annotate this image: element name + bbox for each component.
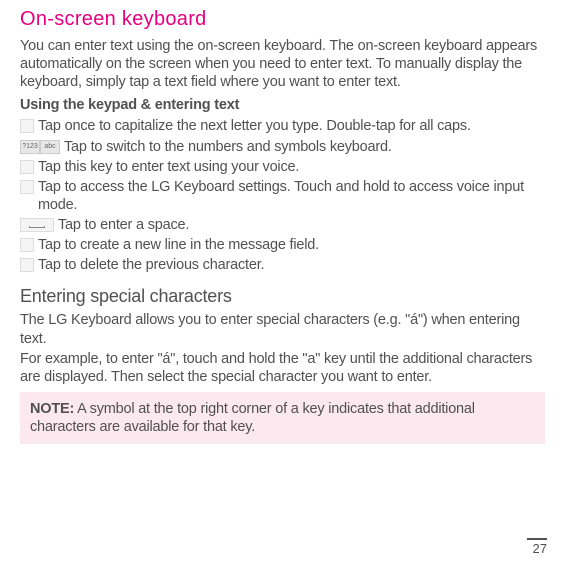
keypad-subheading: Using the keypad & entering text: [20, 97, 545, 113]
intro-paragraph: You can enter text using the on-screen k…: [20, 37, 545, 91]
note-callout: NOTE: A symbol at the top right corner o…: [20, 392, 545, 444]
settings-key-icon: [20, 180, 34, 194]
key-row-newline: Tap to create a new line in the message …: [20, 236, 545, 254]
key-row-voice: Tap this key to enter text using your vo…: [20, 158, 545, 176]
key-row-numsym: ?123 abc Tap to switch to the numbers an…: [20, 138, 545, 156]
shift-key-icon: [20, 119, 34, 133]
page-number: 27: [527, 538, 547, 556]
key-row-caps: Tap once to capitalize the next letter y…: [20, 117, 545, 135]
newline-description: Tap to create a new line in the message …: [38, 236, 319, 254]
special-chars-p1: The LG Keyboard allows you to enter spec…: [20, 311, 545, 347]
note-label: NOTE:: [30, 401, 74, 417]
numbers-key-icon: ?123: [20, 140, 40, 154]
enter-key-icon: [20, 238, 34, 252]
note-text: A symbol at the top right corner of a ke…: [30, 401, 475, 435]
page-title: On-screen keyboard: [20, 8, 545, 31]
voice-key-icon: [20, 160, 34, 174]
special-chars-p2: For example, to enter "á", touch and hol…: [20, 350, 545, 386]
delete-key-icon: [20, 258, 34, 272]
numsym-description: Tap to switch to the numbers and symbols…: [64, 138, 392, 156]
delete-description: Tap to delete the previous character.: [38, 256, 264, 274]
special-chars-heading: Entering special characters: [20, 286, 545, 307]
caps-description: Tap once to capitalize the next letter y…: [38, 117, 471, 135]
abc-key-icon: abc: [40, 140, 60, 154]
space-description: Tap to enter a space.: [58, 216, 189, 234]
voice-description: Tap this key to enter text using your vo…: [38, 158, 299, 176]
numsym-key-icons: ?123 abc: [20, 140, 60, 154]
key-row-settings: Tap to access the LG Keyboard settings. …: [20, 178, 545, 214]
space-key-icon: [20, 218, 54, 232]
key-row-delete: Tap to delete the previous character.: [20, 256, 545, 274]
key-row-space: Tap to enter a space.: [20, 216, 545, 234]
settings-description: Tap to access the LG Keyboard settings. …: [38, 178, 545, 214]
